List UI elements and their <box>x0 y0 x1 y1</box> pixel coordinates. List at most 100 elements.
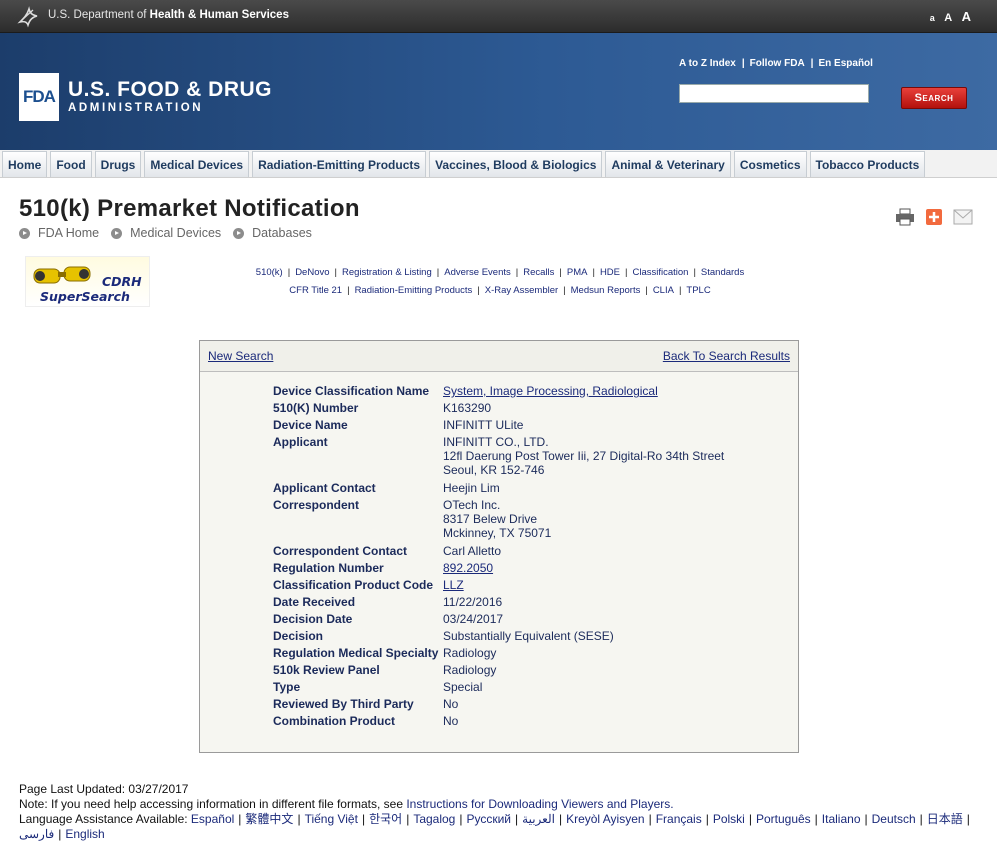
a-to-z-link[interactable]: A to Z Index <box>679 58 736 69</box>
breadcrumb-item-databases[interactable]: Databases <box>233 226 312 240</box>
db-link-standards[interactable]: Standards <box>701 267 744 278</box>
language-link[interactable]: 日本語 <box>927 812 963 826</box>
detail-row: Type Special <box>273 680 724 694</box>
language-link[interactable]: Русский <box>466 812 511 826</box>
db-link-clia[interactable]: CLIA <box>653 285 674 296</box>
viewers-link[interactable]: Instructions for Downloading Viewers and… <box>406 797 673 811</box>
detail-label: Date Received <box>273 595 356 609</box>
en-espanol-link[interactable]: En Español <box>818 58 872 69</box>
nav-tab-vaccines[interactable]: Vaccines, Blood & Biologics <box>429 151 603 177</box>
nav-tab-home[interactable]: Home <box>2 151 48 177</box>
note-text: Note: If you need help accessing informa… <box>19 797 403 811</box>
language-link[interactable]: 繁體中文 <box>245 812 293 826</box>
language-link[interactable]: Português <box>756 812 811 826</box>
detail-row: Regulation Number 892.2050 <box>273 561 724 575</box>
db-link-radiation[interactable]: Radiation-Emitting Products <box>355 285 473 296</box>
language-link[interactable]: Italiano <box>822 812 861 826</box>
detail-value-line: Carl Alletto <box>443 544 502 558</box>
cdrh-subtitle: SuperSearch <box>40 289 130 304</box>
detail-value: No <box>443 697 458 711</box>
detail-row: Decision Date 03/24/2017 <box>273 612 724 626</box>
detail-value: Heejin Lim <box>443 481 500 495</box>
nav-tab-food[interactable]: Food <box>50 151 92 177</box>
language-link[interactable]: Polski <box>713 812 745 826</box>
detail-row: 510(K) Number K163290 <box>273 401 724 415</box>
email-icon[interactable] <box>953 208 973 226</box>
text-size-medium[interactable]: A <box>944 12 952 24</box>
nav-tab-drugs[interactable]: Drugs <box>94 151 142 177</box>
text-size-large[interactable]: A <box>962 9 971 24</box>
language-link[interactable]: Deutsch <box>872 812 916 826</box>
detail-value-link[interactable]: System, Image Processing, Radiological <box>443 384 658 398</box>
detail-row: Correspondent OTech Inc. 8317 Belew Drive M… <box>273 498 724 540</box>
fda-header: FDA U.S. FOOD & DRUG ADMINISTRATION A to… <box>0 33 997 150</box>
detail-label: 510(K) Number <box>273 401 359 415</box>
detail-value: Radiology <box>443 646 496 660</box>
db-link-510k[interactable]: 510(k) <box>256 267 283 278</box>
db-link-medsun[interactable]: Medsun Reports <box>571 285 641 296</box>
language-link[interactable]: فارسی <box>19 827 54 841</box>
detail-row: Applicant Contact Heejin Lim <box>273 481 724 495</box>
detail-value-link[interactable]: 892.2050 <box>443 561 493 575</box>
detail-row: Device Classification Name System, Image … <box>273 384 724 398</box>
language-link[interactable]: Français <box>656 812 702 826</box>
search-input[interactable] <box>679 84 869 103</box>
language-link[interactable]: English <box>65 827 104 841</box>
nav-tab-radiation[interactable]: Radiation-Emitting Products <box>252 151 427 177</box>
cdrh-title: CDRH <box>102 274 142 289</box>
db-link-hde[interactable]: HDE <box>600 267 620 278</box>
db-link-registration[interactable]: Registration & Listing <box>342 267 432 278</box>
breadcrumb-item-fda-home[interactable]: FDA Home <box>19 226 99 240</box>
detail-value: OTech Inc. 8317 Belew Drive Mckinney, TX 7… <box>443 498 551 540</box>
arrow-circle-icon <box>19 227 30 239</box>
print-icon[interactable] <box>895 208 915 226</box>
detail-value-line: Heejin Lim <box>443 481 500 495</box>
language-link[interactable]: Tiếng Việt <box>305 812 358 826</box>
db-link-tplc[interactable]: TPLC <box>686 285 710 296</box>
language-link[interactable]: العربية <box>522 812 555 826</box>
fda-name[interactable]: U.S. FOOD & DRUG <box>68 78 272 102</box>
db-link-cfr[interactable]: CFR Title 21 <box>289 285 342 296</box>
nav-tab-medical-devices[interactable]: Medical Devices <box>144 151 250 177</box>
detail-value-line: Substantially Equivalent (SESE) <box>443 629 614 643</box>
new-search-link[interactable]: New Search <box>208 349 273 363</box>
follow-fda-link[interactable]: Follow FDA <box>750 58 805 69</box>
language-prefix: Language Assistance Available: <box>19 812 191 826</box>
detail-value-line: Radiology <box>443 663 497 677</box>
db-link-adverse-events[interactable]: Adverse Events <box>444 267 511 278</box>
db-link-pma[interactable]: PMA <box>567 267 588 278</box>
language-link[interactable]: 한국어 <box>369 812 402 826</box>
cdrh-supersearch-logo[interactable]: CDRH SuperSearch <box>25 256 150 307</box>
nav-tab-cosmetics[interactable]: Cosmetics <box>733 151 807 177</box>
language-link[interactable]: Español <box>191 812 234 826</box>
detail-label: Applicant Contact <box>273 481 376 495</box>
language-link[interactable]: Tagalog <box>413 812 455 826</box>
language-link[interactable]: Kreyòl Ayisyen <box>566 812 645 826</box>
back-to-results-link[interactable]: Back To Search Results <box>663 349 790 363</box>
breadcrumb-label: FDA Home <box>38 226 100 240</box>
breadcrumb-item-medical-devices[interactable]: Medical Devices <box>111 226 221 240</box>
detail-value-link[interactable]: LLZ <box>443 578 464 592</box>
nav-tab-animal[interactable]: Animal & Veterinary <box>605 151 731 177</box>
db-link-xray[interactable]: X-Ray Assembler <box>485 285 558 296</box>
detail-label: Reviewed By Third Party <box>273 697 414 711</box>
hhs-eagle-icon[interactable] <box>17 4 41 28</box>
detail-label: Correspondent <box>273 498 360 512</box>
detail-label: Combination Product <box>273 714 395 728</box>
db-link-recalls[interactable]: Recalls <box>523 267 554 278</box>
detail-row: Decision Substantially Equivalent (SESE) <box>273 629 724 643</box>
page-actions <box>895 208 982 226</box>
detail-value: Special <box>443 680 482 694</box>
search-button[interactable]: Search <box>901 87 967 109</box>
language-assistance: Language Assistance Available: Español | 繁… <box>19 812 970 841</box>
fda-logo[interactable]: FDA <box>19 73 59 121</box>
nav-tab-tobacco[interactable]: Tobacco Products <box>809 151 926 177</box>
db-link-classification[interactable]: Classification <box>632 267 688 278</box>
share-plus-icon[interactable] <box>924 208 944 226</box>
text-size-small[interactable]: a <box>930 13 935 23</box>
db-link-denovo[interactable]: DeNovo <box>295 267 329 278</box>
main-nav: Home Food Drugs Medical Devices Radiatio… <box>0 150 997 178</box>
arrow-circle-icon <box>111 227 123 239</box>
hhs-title[interactable]: U.S. Department of Health & Human Servic… <box>48 9 289 21</box>
detail-label: Decision <box>273 629 324 643</box>
